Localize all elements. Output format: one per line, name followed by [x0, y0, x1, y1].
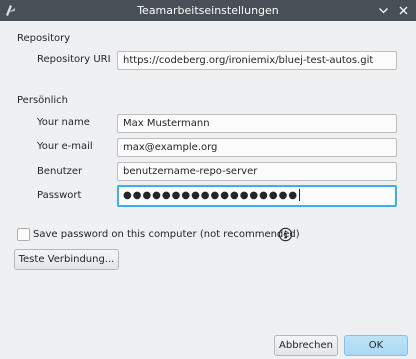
cancel-button[interactable]: Abbrechen [274, 335, 338, 356]
password-label: Passwort [37, 190, 82, 201]
text-caret [299, 189, 301, 201]
test-connection-button[interactable]: Teste Verbindung... [14, 249, 119, 270]
save-password-checkbox[interactable] [17, 228, 30, 241]
email-label: Your e-mail [37, 141, 93, 152]
user-input[interactable]: benutzername-repo-server [117, 162, 397, 181]
info-icon[interactable] [278, 227, 293, 242]
window-title: Teamarbeitseinstellungen [137, 4, 279, 17]
name-label: Your name [37, 117, 90, 128]
user-label: Benutzer [37, 166, 83, 177]
personal-section-label: Persönlich [17, 95, 68, 106]
team-settings-dialog: Teamarbeitseinstellungen Repository Repo… [0, 0, 416, 359]
title-bar[interactable]: Teamarbeitseinstellungen [0, 0, 416, 21]
close-icon[interactable] [396, 3, 411, 18]
repository-section-label: Repository [17, 33, 71, 44]
email-input[interactable]: max@example.org [117, 138, 397, 157]
repository-uri-input[interactable]: https://codeberg.org/ironiemix/bluej-tes… [117, 51, 397, 70]
chevron-down-icon[interactable] [376, 3, 391, 18]
save-password-label[interactable]: Save password on this computer (not reco… [33, 228, 300, 242]
repository-uri-label: Repository URI [37, 54, 111, 65]
password-input[interactable]: ●●●●●●●●●●●●●●●●●● [117, 185, 397, 207]
password-dots: ●●●●●●●●●●●●●●●●●● [123, 190, 299, 201]
name-input[interactable]: Max Mustermann [117, 114, 397, 133]
ok-button[interactable]: OK [344, 335, 408, 356]
